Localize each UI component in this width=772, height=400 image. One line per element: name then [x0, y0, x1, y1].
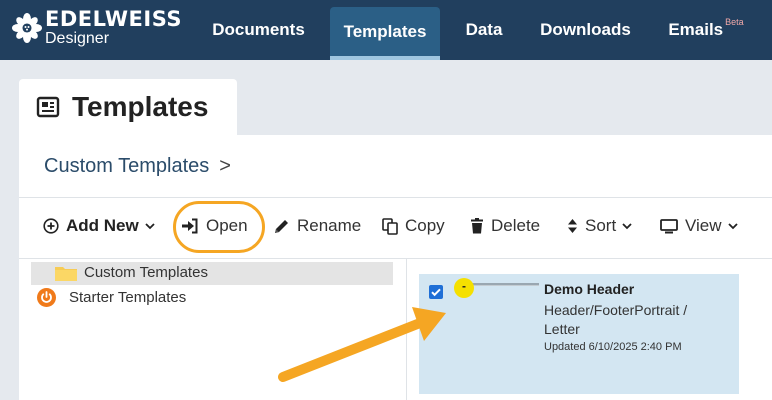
- copy-icon: [382, 217, 398, 235]
- nav-tab-label: Downloads: [540, 20, 631, 39]
- breadcrumb: Custom Templates >: [44, 155, 231, 178]
- nav-tab-label: Templates: [343, 21, 427, 41]
- edelweiss-flower-icon: [12, 13, 42, 43]
- sort-label: Sort: [585, 216, 617, 235]
- add-new-label: Add New: [66, 216, 139, 235]
- logo-brand: EDELWEISS: [45, 7, 183, 31]
- toolbar: Add New Open Rename Copy Delete Sort Vie…: [19, 198, 772, 258]
- delete-button[interactable]: Delete: [470, 216, 540, 236]
- add-new-button[interactable]: Add New: [43, 216, 155, 236]
- plus-circle-icon: [43, 218, 59, 234]
- copy-button[interactable]: Copy: [382, 216, 445, 236]
- app-logo[interactable]: EDELWEISS Designer: [12, 9, 182, 47]
- tree-item-label: Custom Templates: [84, 264, 208, 281]
- delete-label: Delete: [491, 216, 541, 235]
- view-label: View: [685, 216, 722, 235]
- tree-item-starter-templates[interactable]: Starter Templates: [37, 288, 186, 307]
- chevron-down-icon: [727, 223, 738, 230]
- rename-button[interactable]: Rename: [273, 216, 361, 236]
- nav-tab-downloads[interactable]: Downloads: [528, 0, 643, 60]
- nav-tab-label: Emails: [668, 20, 724, 39]
- page-header-tab: Templates: [19, 79, 237, 135]
- chevron-down-icon: [145, 223, 155, 230]
- nav-tab-templates[interactable]: Templates: [330, 7, 440, 60]
- trash-icon: [471, 218, 483, 234]
- copy-label: Copy: [405, 216, 445, 235]
- card-title: Demo Header: [544, 281, 635, 297]
- power-icon: [37, 288, 56, 307]
- divider: [19, 258, 772, 259]
- pencil-icon: [275, 219, 288, 233]
- pane-separator: [406, 259, 407, 400]
- card-checkbox[interactable]: [429, 285, 443, 299]
- nav-tab-emails[interactable]: Emails Beta: [656, 0, 756, 60]
- tree-item-label: Starter Templates: [69, 289, 187, 306]
- beta-badge: Beta: [725, 17, 744, 27]
- logo-text: EDELWEISS Designer: [45, 9, 182, 47]
- nav-tab-label: Data: [465, 20, 503, 39]
- rename-label: Rename: [297, 216, 362, 235]
- open-label: Open: [206, 216, 248, 235]
- breadcrumb-separator: >: [219, 155, 231, 177]
- logo-subtitle: Designer: [45, 30, 110, 47]
- page-title: Templates: [72, 91, 209, 122]
- annotation-marker: -: [454, 278, 474, 298]
- view-button[interactable]: View: [660, 216, 738, 236]
- newspaper-icon: [36, 96, 60, 118]
- desktop-icon: [660, 218, 678, 233]
- top-nav-bar: EDELWEISS Designer Documents Templates D…: [0, 0, 772, 60]
- card-subtitle: Header/FooterPortrait / Letter: [544, 302, 688, 337]
- template-card[interactable]: - Demo Header Header/FooterPortrait / Le…: [419, 274, 739, 394]
- checkmark-icon: [431, 288, 441, 297]
- breadcrumb-item-custom-templates[interactable]: Custom Templates: [44, 155, 209, 177]
- nav-tab-documents[interactable]: Documents: [200, 0, 317, 60]
- sort-icon: [568, 219, 577, 233]
- sort-button[interactable]: Sort: [567, 216, 632, 236]
- nav-tab-label: Documents: [212, 20, 305, 39]
- open-button[interactable]: Open: [181, 216, 248, 236]
- card-updated: Updated 6/10/2025 2:40 PM: [544, 341, 682, 353]
- folder-icon: [55, 266, 77, 281]
- sign-in-icon: [182, 218, 198, 234]
- tree-item-custom-templates[interactable]: Custom Templates: [55, 264, 208, 281]
- chevron-down-icon: [622, 223, 632, 230]
- main-panel: Custom Templates > Add New Open Rename C…: [19, 135, 772, 400]
- nav-tab-data[interactable]: Data: [452, 0, 516, 60]
